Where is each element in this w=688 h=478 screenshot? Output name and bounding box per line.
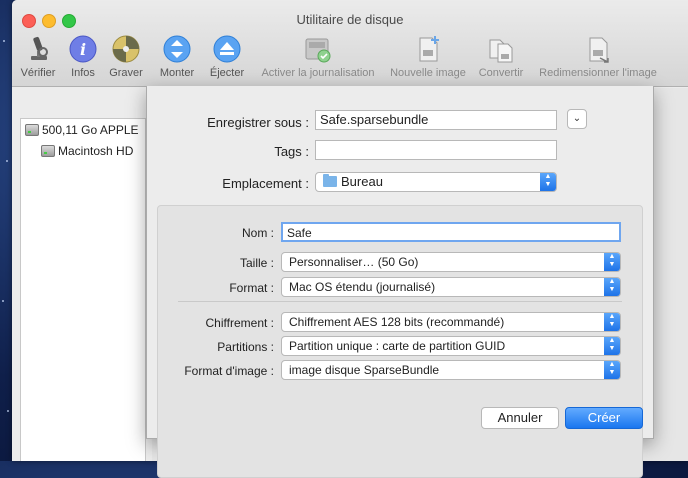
eject-icon — [212, 34, 242, 64]
desktop-star — [7, 410, 9, 412]
volume-label: Macintosh HD — [58, 144, 134, 158]
save-as-field[interactable]: Safe.sparsebundle — [315, 110, 557, 130]
info-icon: i — [68, 34, 98, 64]
size-value: Personnaliser… (50 Go) — [289, 255, 419, 269]
image-options-group: Nom : Safe Taille : Personnaliser… (50 G… — [157, 205, 643, 478]
chevron-down-icon: ⌄ — [572, 113, 582, 124]
info-button[interactable]: i Infos — [66, 34, 100, 79]
popup-arrows-icon: ▲ ▼ — [604, 253, 620, 271]
partitions-popup[interactable]: Partition unique : carte de partition GU… — [281, 336, 621, 356]
burn-button[interactable]: Graver — [106, 34, 146, 79]
new-image-label: Nouvelle image — [390, 67, 466, 79]
info-label: Infos — [71, 67, 95, 79]
resize-image-button[interactable]: Redimensionner l'image — [532, 34, 664, 79]
verify-button[interactable]: Vérifier — [18, 34, 58, 79]
location-value: Bureau — [341, 174, 383, 189]
convert-button[interactable]: Convertir — [475, 34, 527, 79]
encryption-value: Chiffrement AES 128 bits (recommandé) — [289, 315, 505, 329]
sidebar-disk-apple[interactable]: 500,11 Go APPLE — [25, 123, 139, 137]
window-titlebar: Utilitaire de disque Vérifier i Infos Gr… — [12, 0, 688, 87]
mount-label: Monter — [159, 67, 195, 79]
image-format-popup[interactable]: image disque SparseBundle ▲ ▼ — [281, 360, 621, 380]
size-popup[interactable]: Personnaliser… (50 Go) ▲ ▼ — [281, 252, 621, 272]
burn-label: Graver — [109, 67, 143, 79]
popup-arrows-icon: ▲ ▼ — [604, 313, 620, 331]
resize-image-label: Redimensionner l'image — [539, 67, 657, 79]
convert-icon — [486, 34, 516, 64]
popup-arrows-icon: ▲ ▼ — [604, 278, 620, 296]
image-format-value: image disque SparseBundle — [289, 363, 440, 377]
folder-icon — [323, 174, 337, 187]
eject-label: Éjecter — [209, 67, 245, 79]
hard-drive-icon — [41, 145, 55, 157]
create-button[interactable]: Créer — [565, 407, 643, 429]
journaling-disk-icon — [303, 34, 333, 64]
desktop-star — [2, 300, 4, 302]
verify-label: Vérifier — [20, 67, 56, 79]
cancel-button[interactable]: Annuler — [481, 407, 559, 429]
partitions-value: Partition unique : carte de partition GU… — [289, 339, 506, 353]
encryption-popup[interactable]: Chiffrement AES 128 bits (recommandé) ▲ ▼ — [281, 312, 621, 332]
save-as-label: Enregistrer sous : — [207, 115, 309, 130]
disk-label: 500,11 Go APPLE — [42, 123, 139, 137]
mount-icon — [162, 34, 192, 64]
image-format-label: Format d'image : — [184, 364, 274, 378]
new-image-button[interactable]: Nouvelle image — [387, 34, 469, 79]
microscope-icon — [23, 34, 53, 64]
location-popup[interactable]: Bureau ▲ ▼ — [315, 172, 557, 192]
hard-drive-icon — [25, 124, 39, 136]
window-title: Utilitaire de disque — [296, 12, 404, 27]
convert-label: Convertir — [478, 67, 524, 79]
name-label: Nom : — [241, 226, 274, 240]
format-label: Format : — [229, 281, 274, 295]
mount-button[interactable]: Monter — [152, 34, 202, 79]
name-field[interactable]: Safe — [281, 222, 621, 242]
desktop-star — [6, 160, 8, 162]
size-label: Taille : — [239, 256, 274, 270]
new-image-icon — [413, 34, 443, 64]
eject-button[interactable]: Éjecter — [206, 34, 248, 79]
enable-journaling-label: Activer la journalisation — [261, 67, 375, 79]
new-image-sheet: Enregistrer sous : Safe.sparsebundle ⌄ T… — [146, 86, 654, 478]
disk-sidebar: 500,11 Go APPLE Macintosh HD — [20, 118, 146, 461]
resize-image-icon — [583, 34, 613, 64]
desktop-star — [3, 40, 5, 42]
options-separator — [178, 301, 622, 302]
popup-arrows-icon: ▲ ▼ — [604, 337, 620, 355]
expand-disclosure-button[interactable]: ⌄ — [567, 109, 587, 129]
format-value: Mac OS étendu (journalisé) — [289, 280, 436, 294]
popup-arrows-icon: ▲ ▼ — [540, 173, 556, 191]
enable-journaling-button[interactable]: Activer la journalisation — [255, 34, 381, 79]
format-popup[interactable]: Mac OS étendu (journalisé) ▲ ▼ — [281, 277, 621, 297]
tags-label: Tags : — [274, 144, 309, 159]
partitions-label: Partitions : — [217, 340, 274, 354]
burn-disc-icon — [111, 34, 141, 64]
tags-field[interactable] — [315, 140, 557, 160]
popup-arrows-icon: ▲ ▼ — [604, 361, 620, 379]
sidebar-volume-macintosh-hd[interactable]: Macintosh HD — [41, 144, 133, 158]
location-label: Emplacement : — [222, 176, 309, 191]
svg-text:i: i — [80, 40, 86, 59]
encryption-label: Chiffrement : — [205, 316, 274, 330]
